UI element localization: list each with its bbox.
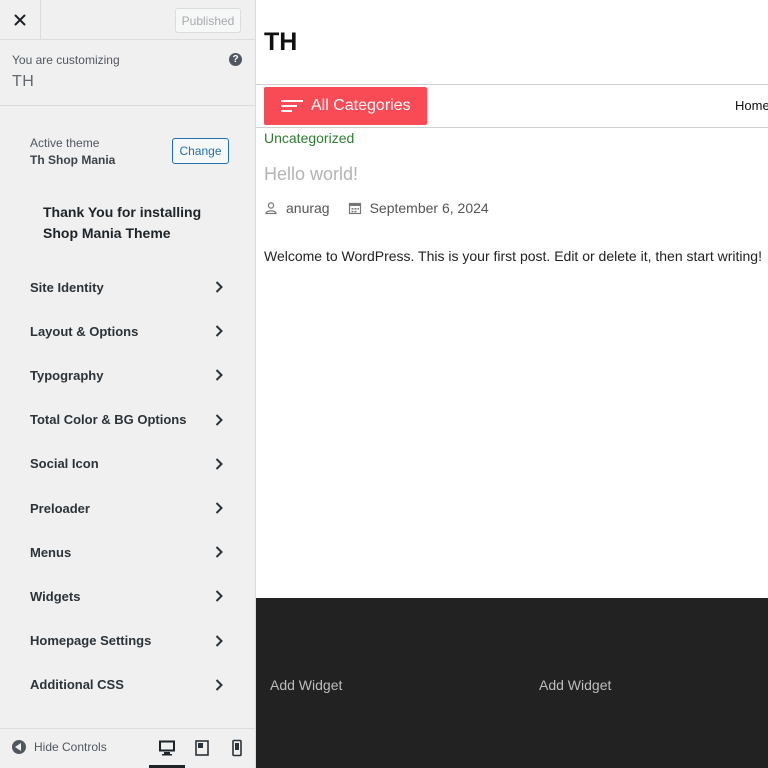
site-footer: Add Widget Add Widget (256, 598, 768, 768)
menu-item-label: Site Identity (30, 279, 104, 295)
help-icon[interactable]: ? (229, 53, 242, 66)
chevron-right-icon (215, 281, 223, 293)
all-categories-label: All Categories (311, 97, 411, 114)
menu-item-label: Homepage Settings (30, 633, 152, 649)
menu-item-preloader[interactable]: Preloader (0, 486, 255, 530)
menu-item-label: Menus (30, 544, 72, 560)
sidebar-footer: Hide Controls (0, 728, 255, 768)
chevron-right-icon (215, 546, 223, 558)
post-excerpt: Welcome to WordPress. This is your first… (264, 248, 762, 264)
customizing-label: You are customizing (12, 53, 120, 67)
menu-item-label: Social Icon (30, 456, 99, 472)
chevron-right-icon (215, 325, 223, 337)
nav-link-home[interactable]: Home (735, 98, 768, 113)
chevron-right-icon (215, 634, 223, 647)
menu-item-label: Widgets (30, 588, 81, 604)
customizer-menu: Site Identity Layout & Options Typograph… (0, 265, 255, 707)
user-icon (265, 202, 277, 215)
chevron-right-icon (215, 413, 223, 426)
menu-item-label: Typography (30, 367, 104, 383)
post-meta: anurag September 6, 2024 (264, 200, 489, 216)
chevron-right-icon (215, 590, 223, 603)
menu-item-layout-options[interactable]: Layout & Options (0, 309, 255, 353)
customizing-info: You are customizing TH ? (0, 40, 255, 106)
menu-item-label: Preloader (30, 500, 90, 516)
menu-item-menus[interactable]: Menus (0, 530, 255, 574)
chevron-right-icon (215, 369, 223, 382)
chevron-right-icon (215, 502, 223, 514)
menu-item-typography[interactable]: Typography (0, 353, 255, 397)
post-category-link[interactable]: Uncategorized (264, 130, 354, 146)
customizing-site-name: TH (12, 73, 35, 90)
menu-item-site-identity[interactable]: Site Identity (0, 265, 255, 309)
sidebar-header: Published (0, 0, 255, 40)
post-date[interactable]: September 6, 2024 (370, 200, 489, 216)
close-button[interactable] (0, 0, 41, 39)
hide-controls-label: Hide Controls (34, 740, 107, 754)
post-author[interactable]: anurag (286, 200, 330, 216)
calendar-icon (348, 202, 361, 215)
all-categories-button[interactable]: All Categories (264, 87, 427, 125)
close-icon (14, 14, 26, 25)
chevron-right-icon (215, 458, 223, 470)
site-title[interactable]: TH (264, 28, 297, 57)
chevron-right-icon (215, 679, 223, 691)
tablet-icon[interactable] (193, 739, 211, 757)
menu-item-social-icon[interactable]: Social Icon (0, 442, 255, 486)
customizer-sidebar: Published You are customizing TH ? Activ… (0, 0, 256, 768)
desktop-icon[interactable] (158, 739, 176, 757)
nav-divider-bottom (256, 127, 768, 128)
menu-item-color-bg-options[interactable]: Total Color & BG Options (0, 398, 255, 442)
post-title[interactable]: Hello world! (264, 164, 358, 185)
site-preview: TH All Categories Home Uncategorized Hel… (256, 0, 768, 768)
thanks-message: Thank You for installing Shop Mania Them… (43, 204, 202, 241)
nav-divider-top (256, 84, 768, 85)
add-widget-link-2[interactable]: Add Widget (539, 677, 611, 693)
hide-controls-icon (12, 740, 26, 754)
mobile-icon[interactable] (228, 739, 246, 757)
published-button[interactable]: Published (175, 8, 241, 33)
menu-item-additional-css[interactable]: Additional CSS (0, 663, 255, 707)
hide-controls-button[interactable]: Hide Controls (12, 740, 107, 754)
menu-item-label: Additional CSS (30, 677, 124, 693)
menu-item-homepage-settings[interactable]: Homepage Settings (0, 619, 255, 663)
change-theme-button[interactable]: Change (172, 138, 229, 164)
menu-item-label: Total Color & BG Options (30, 412, 187, 428)
menu-item-widgets[interactable]: Widgets (0, 574, 255, 618)
add-widget-link-1[interactable]: Add Widget (270, 677, 342, 693)
menu-item-label: Layout & Options (30, 323, 139, 339)
hamburger-icon (281, 100, 303, 112)
